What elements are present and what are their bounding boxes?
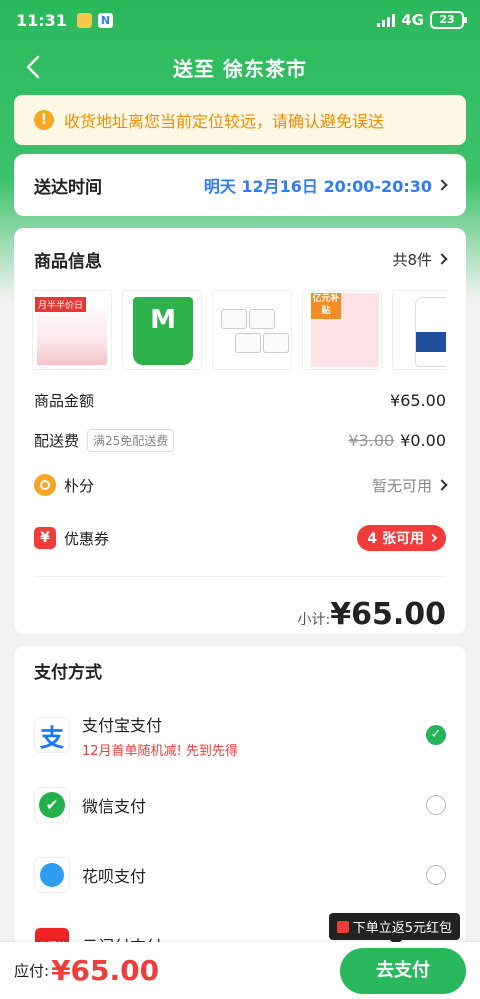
gift-icon	[336, 920, 349, 933]
payment-method-label: 支付方式	[34, 663, 102, 683]
chevron-right-icon	[436, 479, 448, 491]
delivery-time-value: 明天 12月16日 20:00-20:30	[203, 177, 432, 196]
goods-info-label: 商品信息	[34, 251, 102, 272]
payment-name: 微信支付	[82, 797, 147, 816]
network-type: 4G	[401, 11, 424, 29]
product-thumb-green-cup[interactable]: M	[122, 290, 202, 370]
payment-name: 花呗支付	[82, 867, 147, 886]
shipping-fee-label: 配送费	[34, 431, 80, 450]
product-image	[235, 333, 261, 353]
payment-info: 微信支付	[82, 793, 146, 817]
product-image	[263, 333, 289, 353]
goods-amount-value: ¥65.00	[390, 390, 446, 410]
coupon-available-text: 4 张可用	[367, 531, 424, 547]
coupon-icon: ¥	[34, 527, 56, 549]
radio-checked-icon[interactable]: ✓	[426, 725, 446, 745]
status-right: 4G 23	[377, 11, 467, 29]
warning-icon: !	[34, 110, 54, 130]
goods-info-card: 商品信息 共8件 月半半价日 M 亿元补贴 商品金额 ¥65.00 配送费 满2…	[14, 228, 466, 634]
product-thumbnails[interactable]: 月半半价日 M 亿元补贴	[32, 290, 446, 370]
subtotal-amount: ¥65.00	[330, 597, 446, 632]
alipay-icon: 支	[34, 717, 70, 753]
subtotal-label: 小计:	[297, 612, 331, 628]
product-thumb-milk-bottle[interactable]	[392, 290, 446, 370]
red-packet-tooltip: 下单立返5元红包	[328, 913, 460, 946]
points-status: 暂无可用	[371, 476, 432, 495]
wechat-logo: ✔	[39, 792, 65, 818]
page-title: 送至 徐东茶市	[173, 56, 307, 81]
radio-unchecked-icon[interactable]	[426, 795, 446, 815]
payment-info: 花呗支付	[82, 863, 146, 887]
nav-bar: 送至 徐东茶市	[0, 44, 480, 90]
battery-icon: 23	[430, 11, 467, 29]
coupon-available-badge[interactable]: 4 张可用	[357, 525, 446, 551]
payment-option-huabei[interactable]: 花呗支付	[34, 840, 446, 910]
promo-tag: 月半半价日	[35, 297, 87, 312]
divider	[34, 576, 446, 577]
app-notification-icon: N	[97, 12, 113, 28]
shipping-fee-value-group: ¥3.00 ¥0.00	[348, 431, 446, 450]
free-shipping-badge: 满25免配送费	[87, 428, 175, 452]
amount-due-value: ¥65.00	[51, 954, 160, 987]
coupon-label: 优惠券	[64, 529, 110, 548]
payment-option-alipay[interactable]: 支 支付宝支付 12月首单随机减! 先到先得 ✓	[34, 700, 446, 770]
product-thumb-yogurt-drink[interactable]: 月半半价日	[32, 290, 112, 370]
radio-unchecked-icon[interactable]	[426, 865, 446, 885]
product-image	[415, 297, 446, 367]
status-bar: 11:31 N 4G 23	[0, 0, 480, 40]
pay-button[interactable]: 去支付	[340, 948, 466, 994]
shipping-fee-value: ¥0.00	[400, 430, 446, 450]
address-warning-text: 收货地址离您当前定位较远，请确认避免误送	[64, 112, 385, 131]
points-label: 朴分	[64, 476, 95, 495]
amount-due-label: 应付:	[14, 962, 50, 980]
product-image: M	[133, 297, 193, 365]
goods-count: 共8件	[392, 250, 432, 269]
delivery-time-label: 送达时间	[34, 177, 102, 198]
goods-header[interactable]: 商品信息 共8件	[34, 228, 448, 290]
payment-info: 支付宝支付 12月首单随机减! 先到先得	[82, 712, 238, 759]
signal-icon	[377, 13, 396, 27]
status-time: 11:31	[16, 10, 67, 30]
subtotal-row: 小计: ¥65.00	[34, 597, 447, 632]
subsidy-tag: 亿元补贴	[311, 293, 341, 319]
coupon-row[interactable]: ¥ 优惠券 4 张可用	[34, 510, 446, 566]
product-image	[249, 309, 275, 329]
tooltip-text: 下单立返5元红包	[352, 921, 452, 936]
product-image	[221, 309, 247, 329]
points-row[interactable]: 朴分 暂无可用	[34, 460, 448, 510]
chevron-right-icon	[428, 533, 438, 543]
payment-name: 支付宝支付	[82, 715, 163, 735]
product-thumb-yogurt-cups[interactable]	[212, 290, 292, 370]
chevron-right-icon	[436, 179, 448, 191]
payment-option-wechat[interactable]: ✔ 微信支付	[34, 770, 446, 840]
checkout-bar: 应付: ¥65.00 去支付	[0, 942, 480, 999]
wechat-icon: ✔	[34, 787, 70, 823]
shipping-original-price: ¥3.00	[348, 430, 395, 450]
chevron-right-icon	[436, 253, 448, 265]
product-thumb-pink-box[interactable]: 亿元补贴	[302, 290, 382, 370]
payment-promo: 12月首单随机减! 先到先得	[82, 743, 238, 759]
goods-amount-label: 商品金额	[34, 391, 95, 410]
points-icon	[34, 474, 56, 496]
back-arrow-icon[interactable]	[20, 52, 50, 82]
goods-amount-row: 商品金额 ¥65.00	[34, 380, 446, 420]
gallery-notification-icon	[76, 12, 92, 28]
huabei-icon	[34, 857, 70, 893]
payment-method-card: 支付方式 支 支付宝支付 12月首单随机减! 先到先得 ✓ ✔ 微信支付 花呗支…	[14, 646, 466, 946]
address-warning-banner: ! 收货地址离您当前定位较远，请确认避免误送	[14, 95, 466, 145]
delivery-time-row[interactable]: 送达时间 明天 12月16日 20:00-20:30	[14, 154, 466, 216]
status-notification-icons: N	[76, 12, 113, 28]
shipping-fee-row: 配送费 满25免配送费 ¥3.00 ¥0.00	[34, 420, 446, 460]
